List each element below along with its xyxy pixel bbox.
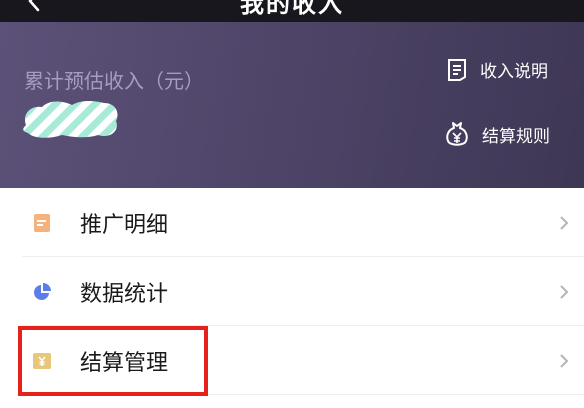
settlement-rules-label: 结算规则 [482, 126, 550, 147]
menu-item-label: 推广明细 [80, 212, 169, 238]
income-info-label: 收入说明 [480, 62, 548, 82]
pie-chart-icon [34, 282, 51, 300]
document-icon [448, 58, 466, 81]
list-doc-icon [34, 213, 50, 232]
yuan-bag-icon [446, 122, 468, 146]
menu-item-label: 数据统计 [80, 281, 169, 307]
chevron-right-icon [560, 284, 569, 299]
income-banner: 累计预估收入（元） 收入说明 结算规则 [0, 22, 584, 188]
highlight-annotation [18, 326, 208, 396]
chevron-right-icon [560, 353, 569, 368]
menu-item-data-statistics[interactable]: 数据统计 [0, 257, 584, 326]
page-title: 我的收入 [240, 0, 344, 18]
income-label: 累计预估收入（元） [24, 69, 204, 93]
chevron-right-icon [560, 215, 569, 230]
redacted-income-value [23, 101, 118, 138]
income-info-link[interactable]: 收入说明 [446, 57, 548, 82]
settlement-rules-link[interactable]: 结算规则 [444, 120, 550, 148]
top-bar: 我的收入 [0, 0, 584, 22]
menu-item-promotion-details[interactable]: 推广明细 [0, 188, 584, 257]
